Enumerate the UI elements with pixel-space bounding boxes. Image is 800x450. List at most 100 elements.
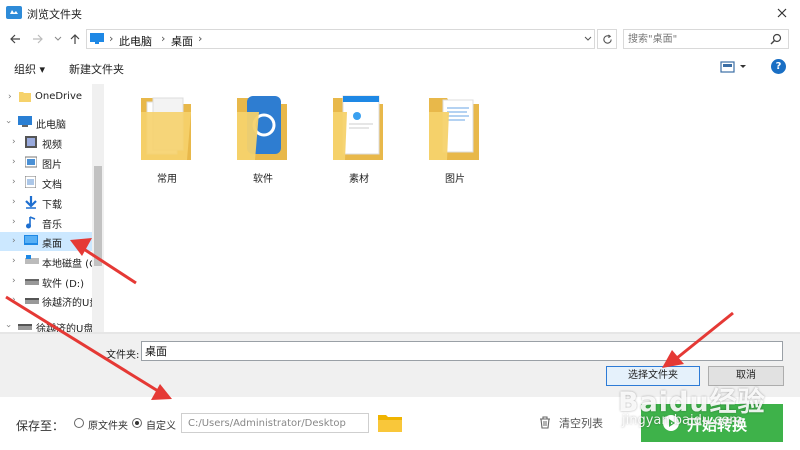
browse-folder-dialog: 浏览文件夹 › 此电脑 › 桌面 › 搜索"桌面" 组织 ▾ 新建文件夹 ? ›… [0, 0, 800, 397]
nav-item-downloads[interactable]: › 下载 [0, 193, 95, 212]
dialog-titlebar: 浏览文件夹 [0, 0, 800, 26]
nav-item-onedrive[interactable]: › OneDrive [0, 88, 95, 107]
organize-button[interactable]: 组织 ▾ [14, 61, 45, 77]
breadcrumb-this-pc[interactable]: 此电脑 [119, 33, 152, 49]
expand-chevron-icon[interactable]: › [12, 177, 16, 187]
folder-icon [19, 91, 31, 102]
view-options-icon[interactable] [719, 61, 749, 73]
drive-icon [25, 275, 39, 287]
nav-item-pictures[interactable]: › 图片 [0, 153, 95, 172]
folder-content-area: 常用 软件 素材 图片 [104, 84, 800, 332]
nav-item-documents[interactable]: › 文档 [0, 173, 95, 192]
save-to-label: 保存至： [16, 419, 65, 433]
usb-drive-icon [25, 294, 39, 306]
folder-app-icon [237, 94, 289, 160]
folder-name-field[interactable] [141, 341, 783, 361]
nav-item-label: 视频 [42, 140, 62, 151]
output-path-field[interactable] [181, 413, 369, 433]
expand-chevron-icon[interactable]: › [12, 217, 16, 227]
expand-chevron-icon[interactable]: › [12, 197, 16, 207]
expand-chevron-icon[interactable]: › [12, 236, 16, 246]
address-bar[interactable]: › 此电脑 › 桌面 › [86, 29, 595, 49]
search-icon[interactable] [770, 33, 782, 45]
expand-chevron-icon[interactable]: › [12, 137, 16, 147]
desktop-icon [24, 235, 38, 247]
folder-item-name: 素材 [349, 174, 369, 185]
play-icon [663, 415, 679, 431]
nav-item-label: 文档 [42, 180, 62, 191]
expand-chevron-icon[interactable]: › [12, 256, 16, 266]
address-dropdown-icon[interactable] [583, 33, 593, 45]
nav-item-label: 桌面 [42, 239, 62, 250]
radio-source-folder[interactable] [74, 418, 84, 428]
breadcrumb-desktop[interactable]: 桌面 [171, 33, 193, 49]
folder-item-materials[interactable]: 素材 [318, 88, 408, 186]
nav-item-this-pc[interactable]: › 此电脑 [0, 113, 95, 132]
navigation-bar: › 此电脑 › 桌面 › [0, 26, 800, 54]
music-icon [25, 216, 37, 229]
start-convert-label: 开始转换 [687, 416, 748, 434]
select-folder-button[interactable]: 选择文件夹 [606, 366, 700, 386]
nav-item-label: 软件 (D:) [42, 279, 85, 290]
forward-arrow-icon[interactable] [30, 31, 46, 47]
navigation-scrollbar[interactable] [92, 84, 104, 332]
breadcrumb-separator-icon: › [198, 32, 203, 45]
expand-chevron-icon[interactable]: › [12, 276, 16, 286]
help-icon[interactable]: ? [771, 59, 786, 74]
history-dropdown-icon[interactable] [50, 31, 66, 47]
search-box[interactable] [623, 29, 789, 49]
app-icon [6, 5, 22, 19]
expand-chevron-icon[interactable]: › [12, 157, 16, 167]
computer-icon [18, 116, 32, 128]
nav-item-label: 音乐 [42, 220, 62, 231]
search-input[interactable] [628, 32, 763, 46]
nav-item-usb-drive[interactable]: › 徐越济的U盘 [0, 291, 99, 310]
navigation-pane: › OneDrive › 此电脑 › 视频 › 图片 › 文档 › 下载 › 音… [0, 84, 104, 332]
nav-item-software-d[interactable]: › 软件 (D:) [0, 272, 95, 291]
nav-item-label: 下载 [42, 200, 62, 211]
nav-item-label: 徐越济的U盘 [42, 298, 100, 309]
collapse-chevron-icon[interactable]: › [3, 324, 13, 328]
folder-pictures-icon [429, 94, 481, 160]
breadcrumb-separator-icon: › [161, 32, 166, 45]
nav-item-label: OneDrive [35, 91, 83, 102]
folder-installer-icon [333, 94, 385, 160]
nav-item-label: 徐越济的U盘 [36, 324, 94, 332]
picture-icon [25, 156, 37, 168]
nav-item-music[interactable]: › 音乐 [0, 213, 95, 232]
folder-field-label: 文件夹: [106, 350, 140, 361]
radio-source-folder-label: 原文件夹 [88, 421, 128, 432]
collapse-chevron-icon[interactable]: › [3, 120, 13, 124]
nav-item-usb-drive-root[interactable]: › 徐越济的U盘 [0, 317, 95, 332]
cancel-button[interactable]: 取消 [708, 366, 784, 386]
nav-item-videos[interactable]: › 视频 [0, 133, 95, 152]
radio-custom-folder-label: 自定义 [146, 421, 176, 432]
back-arrow-icon[interactable] [7, 31, 23, 47]
download-icon [25, 196, 37, 209]
folder-item-common[interactable]: 常用 [126, 88, 216, 186]
up-arrow-icon[interactable] [67, 31, 83, 47]
clear-list-label: 清空列表 [559, 417, 603, 430]
trash-icon [539, 416, 551, 429]
scrollbar-thumb[interactable] [94, 166, 102, 266]
document-icon [25, 176, 36, 188]
radio-custom-folder[interactable] [132, 418, 142, 428]
expand-chevron-icon[interactable]: › [8, 92, 12, 102]
expand-chevron-icon[interactable]: › [12, 295, 16, 305]
refresh-icon[interactable] [597, 29, 617, 49]
drive-icon [25, 255, 39, 267]
dialog-title: 浏览文件夹 [27, 8, 82, 21]
nav-item-desktop[interactable]: › 桌面 [0, 232, 95, 251]
folder-item-pictures[interactable]: 图片 [414, 88, 504, 186]
folder-item-software[interactable]: 软件 [222, 88, 312, 186]
folder-item-name: 软件 [253, 174, 273, 185]
nav-item-label: 图片 [42, 160, 62, 171]
breadcrumb-separator-icon: › [109, 32, 114, 45]
folder-item-name: 图片 [445, 174, 465, 185]
browse-folder-icon[interactable] [378, 413, 402, 432]
dialog-toolbar: 组织 ▾ 新建文件夹 ? [0, 56, 800, 80]
close-icon[interactable] [770, 2, 794, 24]
start-convert-button[interactable]: 开始转换 [641, 404, 783, 442]
nav-item-local-disk-c[interactable]: › 本地磁盘 (C:) [0, 252, 103, 271]
new-folder-button[interactable]: 新建文件夹 [69, 61, 124, 77]
